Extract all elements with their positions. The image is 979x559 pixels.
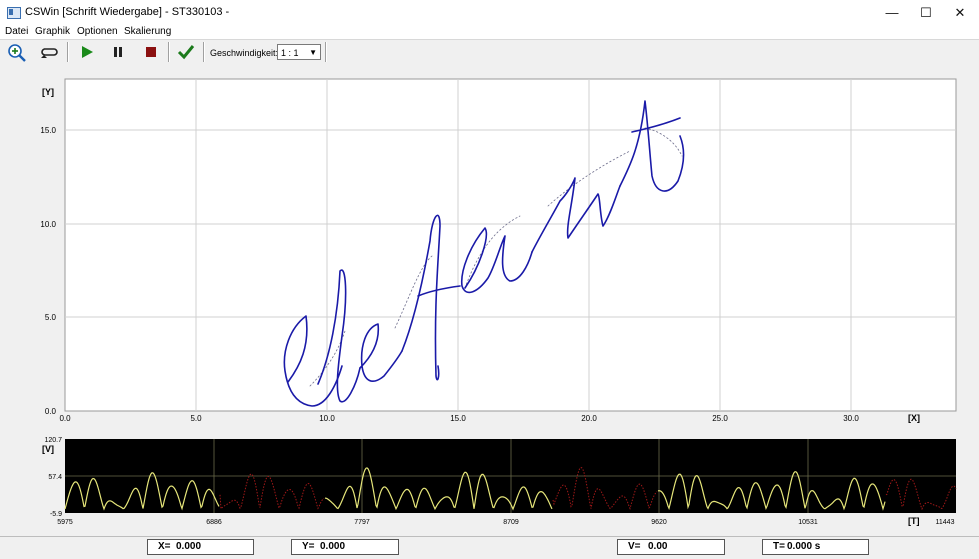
menu-datei[interactable]: Datei [5, 26, 28, 37]
velocity-x-tick-label: 6886 [206, 519, 222, 526]
play-icon [82, 46, 93, 58]
velocity-x-tick-label: 9620 [651, 519, 667, 526]
zoom-in-icon [8, 44, 26, 62]
velocity-y-tick-label: -5.9 [50, 511, 62, 518]
speed-label: Geschwindigkeit: [210, 48, 279, 58]
velocity-y-tick-label: 120.7 [44, 437, 62, 444]
toolbar-separator [325, 42, 327, 62]
chevron-down-icon: ▼ [309, 48, 317, 57]
menu-graphik[interactable]: Graphik [35, 26, 70, 37]
handwriting-plot[interactable]: [Y] [X] 0.0 5.0 10.0 15.0 20.0 25.0 30.0… [0, 66, 979, 432]
velocity-x-tick-label: 5975 [57, 519, 73, 526]
accept-button[interactable] [174, 42, 198, 62]
x-tick-label: 5.0 [190, 414, 202, 423]
y-tick-label: 10.0 [40, 220, 56, 229]
status-bar: X= 0.000 Y= 0.000 V= 0.00 T= 0.000 s [0, 536, 979, 559]
x-coordinate-label: X= [158, 541, 171, 552]
y-tick-label: 5.0 [45, 313, 57, 322]
velocity-x-axis-label: [T] [908, 516, 920, 526]
y-coordinate-label: Y= [302, 541, 315, 552]
speed-value: 1 : 1 [281, 48, 299, 58]
velocity-x-tick-label: 7797 [354, 519, 370, 526]
velocity-y-axis-label: [V] [42, 444, 54, 454]
plot-area [64, 78, 957, 412]
velocity-field: V= 0.00 [617, 539, 725, 555]
speed-select[interactable]: 1 : 1 ▼ [277, 44, 321, 60]
stop-button[interactable] [139, 42, 163, 62]
toolbar: Geschwindigkeit: 1 : 1 ▼ [0, 39, 979, 67]
pause-button[interactable] [106, 42, 130, 62]
close-button[interactable]: ✕ [937, 0, 979, 25]
y-coordinate-value: 0.000 [320, 541, 346, 552]
velocity-label: V= [628, 541, 641, 552]
time-field: T= 0.000 s [762, 539, 869, 555]
y-coordinate-field: Y= 0.000 [291, 539, 399, 555]
menu-bar: Datei Graphik Optionen Skalierung [0, 25, 979, 39]
velocity-x-tick-label: 11443 [936, 519, 955, 526]
stop-icon [146, 47, 156, 57]
app-icon [7, 7, 21, 19]
toolbar-separator [203, 42, 205, 62]
x-tick-label: 20.0 [581, 414, 597, 423]
x-tick-label: 0.0 [59, 414, 71, 423]
pause-icon [114, 47, 122, 57]
x-coordinate-field: X= 0.000 [147, 539, 254, 555]
velocity-value: 0.00 [648, 541, 668, 552]
velocity-plot[interactable]: [V] -5.9 57.4 120.7 5975 6886 7797 8709 … [0, 432, 979, 536]
velocity-x-tick-label: 8709 [503, 519, 519, 526]
window-title: CSWin [Schrift Wiedergabe] - ST330103 - [25, 6, 230, 18]
menu-skalierung[interactable]: Skalierung [124, 26, 171, 37]
time-value: 0.000 s [787, 541, 821, 552]
x-tick-label: 25.0 [712, 414, 728, 423]
toolbar-separator [168, 42, 170, 62]
y-tick-label: 0.0 [45, 407, 57, 416]
velocity-y-tick-label: 57.4 [48, 474, 62, 481]
check-icon [177, 45, 195, 60]
y-tick-label: 15.0 [40, 126, 56, 135]
loop-icon [41, 48, 58, 58]
loop-button[interactable] [37, 42, 61, 62]
menu-optionen[interactable]: Optionen [77, 26, 118, 37]
y-axis-label: [Y] [42, 87, 54, 97]
toolbar-separator [67, 42, 69, 62]
title-bar: CSWin [Schrift Wiedergabe] - ST330103 - … [0, 0, 979, 26]
x-coordinate-value: 0.000 [176, 541, 202, 552]
time-label: T= [773, 541, 785, 552]
x-axis-label: [X] [908, 413, 920, 423]
zoom-in-button[interactable] [5, 42, 29, 62]
velocity-x-tick-label: 10531 [798, 519, 818, 526]
play-button[interactable] [75, 42, 99, 62]
x-tick-label: 15.0 [450, 414, 466, 423]
x-tick-label: 30.0 [843, 414, 859, 423]
x-tick-label: 10.0 [319, 414, 335, 423]
